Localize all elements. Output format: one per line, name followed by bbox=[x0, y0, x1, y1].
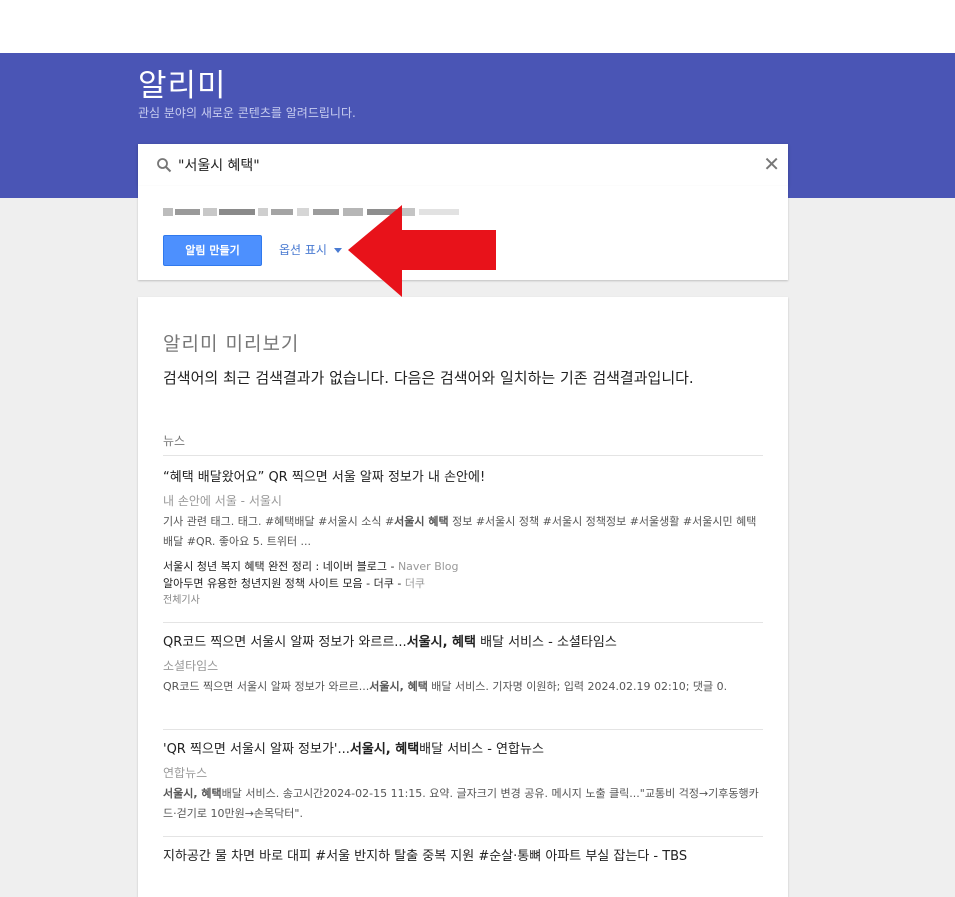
news-article: QR코드 찍으면 서울시 알짜 정보가 와르르...서울시, 혜택 배달 서비스… bbox=[163, 634, 763, 697]
title-highlight: 서울시, 혜택 bbox=[406, 635, 476, 650]
snippet-text: QR코드 찍으면 서울시 알짜 정보가 와르르... bbox=[163, 680, 370, 693]
app-subtitle: 관심 분야의 새로운 콘텐츠를 알려드립니다. bbox=[138, 106, 356, 120]
news-article: 'QR 찍으면 서울시 알짜 정보가'...서울시, 혜택배달 서비스 - 연합… bbox=[163, 741, 763, 824]
title-text: 배달 서비스 - 소셜타임스 bbox=[475, 635, 617, 650]
title-text: 'QR 찍으면 서울시 알짜 정보가'... bbox=[163, 742, 350, 757]
section-label-news: 뉴스 bbox=[163, 434, 186, 448]
article-title-link[interactable]: “혜택 배달왔어요” QR 찍으면 서울 알짜 정보가 내 손안에! bbox=[163, 469, 763, 487]
title-highlight: 서울시, 혜택 bbox=[349, 742, 420, 757]
top-bar bbox=[0, 0, 955, 53]
article-title-link[interactable]: 'QR 찍으면 서울시 알짜 정보가'...서울시, 혜택배달 서비스 - 연합… bbox=[163, 741, 763, 759]
search-input[interactable] bbox=[178, 152, 748, 178]
article-source: 내 손안에 서울 - 서울시 bbox=[163, 494, 282, 508]
divider bbox=[163, 729, 763, 730]
article-snippet: QR코드 찍으면 서울시 알짜 정보가 와르르...서울시, 혜택 배달 서비스… bbox=[163, 677, 763, 697]
snippet-text: 배달 서비스. 송고시간2024-02-15 11:15. 요약. 글자크기 변… bbox=[163, 787, 759, 820]
article-snippet: 서울시, 혜택배달 서비스. 송고시간2024-02-15 11:15. 요약.… bbox=[163, 784, 763, 824]
all-articles-link[interactable]: 전체기사 bbox=[163, 592, 763, 609]
divider bbox=[163, 836, 763, 837]
snippet-highlight: 서울시 혜택 bbox=[394, 515, 449, 528]
caret-down-icon bbox=[333, 248, 342, 253]
snippet-highlight: 서울시, 혜택 bbox=[163, 787, 222, 800]
snippet-text: 배달 서비스. 기자명 이원하; 입력 2024.02.19 02:10; 댓글… bbox=[427, 680, 728, 693]
article-source: 소셜타임스 bbox=[163, 659, 219, 673]
divider bbox=[163, 455, 763, 456]
search-icon bbox=[157, 158, 172, 173]
app-title: 알리미 bbox=[138, 68, 227, 104]
preview-notice: 검색어의 최근 검색결과가 없습니다. 다음은 검색어와 일치하는 기존 검색결… bbox=[163, 369, 694, 387]
red-arrow-annotation-icon bbox=[348, 205, 496, 297]
related-title: 알아두면 유용한 청년지원 정책 사이트 모음 - 더쿠 bbox=[163, 577, 394, 590]
news-article: 지하공간 물 차면 바로 대피 #서울 반지하 탈출 중복 지원 #순살·통뼈 … bbox=[163, 848, 763, 866]
snippet-text: 기사 관련 태그. 태그. #혜택배달 #서울시 소식 # bbox=[163, 515, 395, 528]
create-alert-button[interactable]: 알림 만들기 bbox=[163, 235, 262, 266]
alert-preview-card: 알리미 미리보기 검색어의 최근 검색결과가 없습니다. 다음은 검색어와 일치… bbox=[138, 297, 788, 897]
related-article-link[interactable]: 알아두면 유용한 청년지원 정책 사이트 모음 - 더쿠 - 더쿠 bbox=[163, 575, 763, 592]
show-options-label: 옵션 표시 bbox=[279, 243, 327, 257]
article-source: 연합뉴스 bbox=[163, 766, 208, 780]
divider bbox=[163, 622, 763, 623]
article-title-link[interactable]: QR코드 찍으면 서울시 알짜 정보가 와르르...서울시, 혜택 배달 서비스… bbox=[163, 634, 763, 652]
article-title-link[interactable]: 지하공간 물 차면 바로 대피 #서울 반지하 탈출 중복 지원 #순살·통뼈 … bbox=[163, 848, 763, 866]
search-bar: ✕ bbox=[138, 144, 788, 186]
article-snippet: 기사 관련 태그. 태그. #혜택배달 #서울시 소식 #서울시 혜택 정보 #… bbox=[163, 512, 763, 552]
show-options-toggle[interactable]: 옵션 표시 bbox=[279, 241, 342, 258]
related-article-link[interactable]: 서울시 청년 복지 혜택 완전 정리 : 네이버 블로그 - Naver Blo… bbox=[163, 558, 763, 575]
snippet-highlight: 서울시, 혜택 bbox=[369, 680, 428, 693]
related-source: 더쿠 bbox=[404, 577, 426, 590]
close-icon[interactable]: ✕ bbox=[763, 154, 780, 174]
related-source: Naver Blog bbox=[397, 560, 459, 573]
title-text: QR코드 찍으면 서울시 알짜 정보가 와르르... bbox=[163, 635, 407, 650]
news-article: “혜택 배달왔어요” QR 찍으면 서울 알짜 정보가 내 손안에! 내 손안에… bbox=[163, 469, 763, 609]
preview-title: 알리미 미리보기 bbox=[163, 333, 300, 355]
related-title: 서울시 청년 복지 혜택 완전 정리 : 네이버 블로그 bbox=[163, 560, 387, 573]
title-text: 배달 서비스 - 연합뉴스 bbox=[419, 742, 544, 757]
